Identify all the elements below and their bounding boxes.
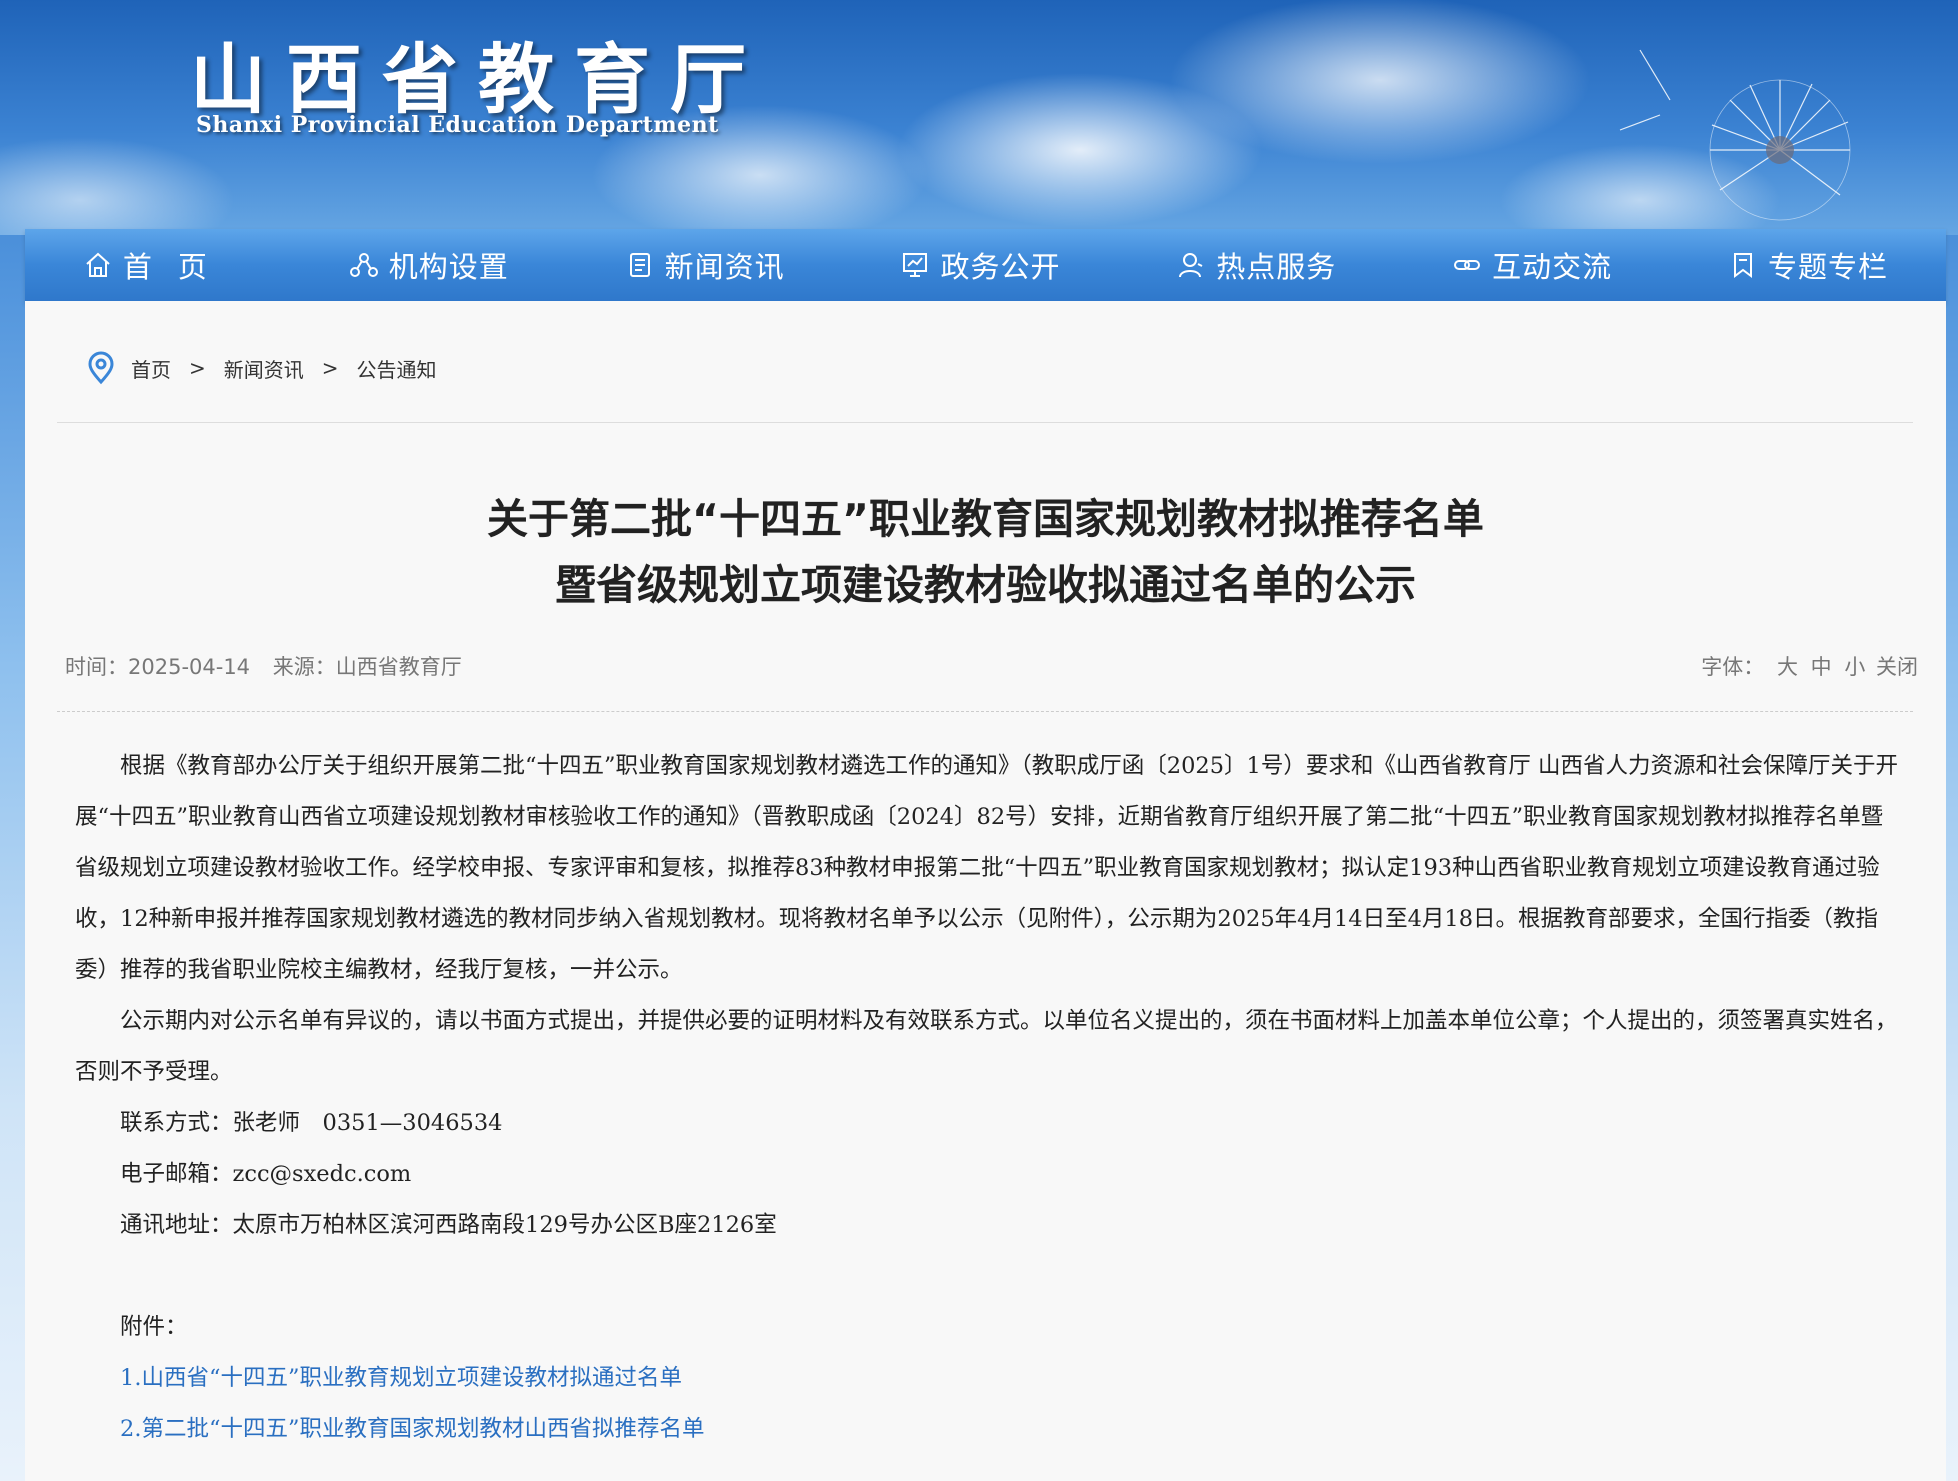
nav-special-topics[interactable]: 专题专栏 [1728, 244, 1888, 286]
nav-home[interactable]: 首页 [83, 244, 233, 286]
nav-label-topics: 专题专栏 [1767, 250, 1888, 284]
time-label: 时间： [65, 655, 128, 679]
content-panel: 首页 > 新闻资讯 > 公告通知 关于第二批“十四五”职业教育国家规划教材拟推荐… [25, 301, 1946, 1481]
nav-org-structure[interactable]: 机构设置 [349, 244, 509, 286]
service-person-icon [1179, 253, 1203, 278]
nav-label-news: 新闻资讯 [664, 250, 785, 284]
contact-line: 联系方式：张老师 0351—3046534 [120, 1110, 503, 1136]
nav-label-services: 热点服务 [1216, 250, 1337, 284]
divider [57, 422, 1913, 423]
font-large-button[interactable]: 大 [1777, 655, 1798, 679]
main-nav: 首页 机构设置 新闻资讯 政务公开 热点服务 互动交流 专题专栏 [25, 229, 1946, 303]
breadcrumb-notices[interactable]: 公告通知 [357, 354, 437, 383]
breadcrumb-separator: > [189, 356, 206, 380]
site-subtitle: Shanxi Provincial Education Department [196, 112, 719, 138]
article-body: 根据《教育部办公厅关于组织开展第二批“十四五”职业教育国家规划教材遴选工作的通知… [75, 741, 1905, 1455]
home-icon [86, 252, 110, 277]
attachments-label: 附件： [120, 1314, 188, 1340]
header-banner: 山西省教育厅 Shanxi Provincial Education Depar… [0, 0, 1958, 235]
gov-chart-icon [903, 253, 928, 277]
location-pin-icon [88, 351, 114, 385]
breadcrumb-news[interactable]: 新闻资讯 [224, 354, 304, 383]
source-label: 来源： [272, 655, 336, 679]
nav-news[interactable]: 新闻资讯 [625, 244, 785, 286]
nav-label-home: 首页 [122, 250, 233, 284]
nav-label-org: 机构设置 [388, 250, 509, 284]
address-line: 通讯地址：太原市万柏林区滨河西路南段129号办公区B座2126室 [120, 1212, 777, 1238]
font-label: 字体： [1701, 655, 1765, 679]
attachment-link-2[interactable]: 2.第二批“十四五”职业教育国家规划教材山西省拟推荐名单 [75, 1404, 1905, 1455]
nav-label-interaction: 互动交流 [1492, 250, 1613, 284]
bookmark-icon [1733, 253, 1752, 278]
org-structure-icon [349, 253, 378, 277]
paragraph: 公示期内对公示名单有异议的，请以书面方式提出，并提供必要的证明材料及有效联系方式… [75, 1008, 1898, 1085]
news-document-icon [629, 253, 650, 277]
breadcrumb-separator: > [321, 356, 339, 380]
nav-interaction[interactable]: 互动交流 [1452, 244, 1612, 286]
breadcrumb: 首页 > 新闻资讯 > 公告通知 [85, 351, 437, 385]
email-line: 电子邮箱：zcc@sxedc.com [120, 1161, 412, 1187]
publish-time: 2025-04-14 [128, 655, 251, 679]
paragraph: 根据《教育部办公厅关于组织开展第二批“十四五”职业教育国家规划教材遴选工作的通知… [75, 753, 1898, 983]
breadcrumb-home[interactable]: 首页 [131, 354, 171, 383]
font-small-button[interactable]: 小 [1844, 655, 1865, 679]
link-chain-icon [1454, 260, 1481, 270]
article-title-line2: 暨省级规划立项建设教材验收拟通过名单的公示 [555, 561, 1416, 609]
divider-dashed [57, 711, 1913, 712]
nav-gov-affairs[interactable]: 政务公开 [900, 244, 1060, 286]
nav-hot-services[interactable]: 热点服务 [1176, 244, 1336, 286]
attachment-link-1[interactable]: 1.山西省“十四五”职业教育规划立项建设教材拟通过名单 [75, 1353, 1905, 1404]
font-medium-button[interactable]: 中 [1811, 655, 1832, 679]
font-size-controls: 字体： 大 中 小 关闭 [1701, 651, 1918, 681]
source-value: 山西省教育厅 [335, 655, 462, 679]
article-meta: 时间：2025-04-14 来源：山西省教育厅 [65, 651, 478, 681]
dandelion-illustration [1619, 49, 1851, 221]
nav-label-gov: 政务公开 [940, 250, 1061, 284]
close-window-button[interactable]: 关闭 [1876, 655, 1918, 679]
article-title-line1: 关于第二批“十四五”职业教育国家规划教材拟推荐名单 [487, 495, 1484, 543]
article-title: 关于第二批“十四五”职业教育国家规划教材拟推荐名单 暨省级规划立项建设教材验收拟… [25, 486, 1946, 618]
